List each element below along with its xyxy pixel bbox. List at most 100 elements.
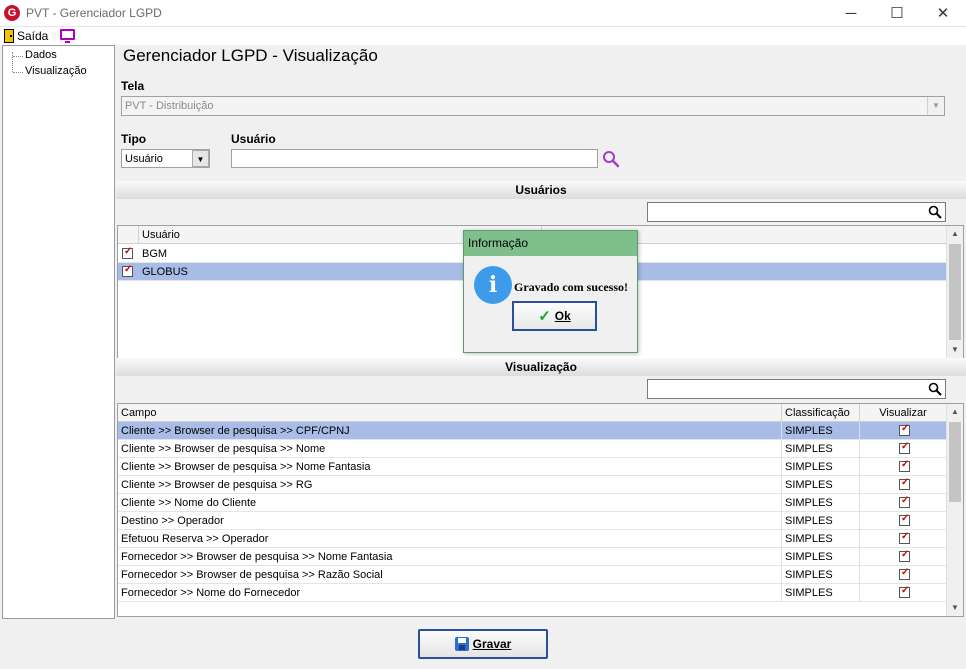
row-checkbox[interactable] <box>122 246 133 259</box>
tree-connector <box>12 52 13 72</box>
visualizar-checkbox[interactable] <box>899 423 910 436</box>
table-row[interactable]: Cliente >> Browser de pesquisa >> Nome F… <box>118 458 947 476</box>
save-button-label: Gravar <box>472 637 512 651</box>
app-logo-icon: G <box>4 5 20 21</box>
campo-cell: Efetuou Reserva >> Operador <box>118 530 782 548</box>
campo-cell: Cliente >> Browser de pesquisa >> CPF/CP… <box>118 422 782 440</box>
exit-menu-label: Saída <box>17 29 49 43</box>
minimize-button[interactable]: ─ <box>828 0 874 27</box>
scroll-up-icon[interactable]: ▲ <box>947 404 963 420</box>
visualizar-column-header[interactable]: Visualizar <box>860 404 947 422</box>
info-icon: i <box>474 266 512 304</box>
search-icon[interactable] <box>602 150 620 168</box>
page-title: Gerenciador LGPD - Visualização <box>123 46 378 65</box>
info-dialog: Informação i Gravado com sucesso! ✓ Ok <box>463 230 638 353</box>
table-row[interactable]: Efetuou Reserva >> Operador SIMPLES <box>118 530 947 548</box>
ok-button-label: Ok <box>554 309 571 323</box>
floppy-disk-icon <box>454 637 469 651</box>
visualizar-checkbox[interactable] <box>899 513 910 526</box>
campo-cell: Cliente >> Nome do Cliente <box>118 494 782 512</box>
title-bar: G PVT - Gerenciador LGPD ─ ☐ ✕ <box>0 0 966 27</box>
chevron-down-icon[interactable]: ▼ <box>927 97 944 115</box>
campo-cell: Fornecedor >> Nome do Fornecedor <box>118 584 782 602</box>
scroll-thumb[interactable] <box>949 422 961 502</box>
visualizacao-filter-input[interactable] <box>647 379 946 399</box>
campo-cell: Cliente >> Browser de pesquisa >> Nome <box>118 440 782 458</box>
footer-bar: Gravar <box>0 619 966 669</box>
classificacao-cell: SIMPLES <box>782 512 860 530</box>
search-icon[interactable] <box>928 205 942 219</box>
tree-item-dados[interactable]: Dados <box>13 49 57 61</box>
visualizar-checkbox[interactable] <box>899 585 910 598</box>
tipo-select-value: Usuário <box>125 153 163 165</box>
table-row[interactable]: Cliente >> Browser de pesquisa >> Nome S… <box>118 440 947 458</box>
menu-bar: Saída <box>0 27 966 45</box>
usuario-input[interactable] <box>231 149 598 168</box>
table-row[interactable]: Cliente >> Nome do Cliente SIMPLES <box>118 494 947 512</box>
monitor-icon[interactable] <box>60 29 75 43</box>
chevron-down-icon[interactable]: ▼ <box>192 150 209 167</box>
tela-label: Tela <box>121 79 145 93</box>
visualizar-checkbox[interactable] <box>899 549 910 562</box>
visualizar-checkbox[interactable] <box>899 441 910 454</box>
search-icon[interactable] <box>928 382 942 396</box>
ok-button[interactable]: ✓ Ok <box>512 301 597 331</box>
window-title: PVT - Gerenciador LGPD <box>26 6 162 20</box>
classificacao-cell: SIMPLES <box>782 422 860 440</box>
visualizar-checkbox[interactable] <box>899 477 910 490</box>
campo-cell: Fornecedor >> Browser de pesquisa >> Raz… <box>118 566 782 584</box>
save-button[interactable]: Gravar <box>418 629 548 659</box>
exit-menu-button[interactable]: Saída <box>4 28 48 44</box>
table-row[interactable]: Cliente >> Browser de pesquisa >> RG SIM… <box>118 476 947 494</box>
visualizar-checkbox[interactable] <box>899 459 910 472</box>
visualizar-checkbox[interactable] <box>899 495 910 508</box>
visualizacao-section-header: Visualização <box>116 358 966 376</box>
visualizar-checkbox[interactable] <box>899 567 910 580</box>
scroll-down-icon[interactable]: ▼ <box>947 600 963 616</box>
classificacao-cell: SIMPLES <box>782 440 860 458</box>
table-row[interactable]: Fornecedor >> Nome do Fornecedor SIMPLES <box>118 584 947 602</box>
row-checkbox[interactable] <box>122 264 133 277</box>
table-row[interactable]: Fornecedor >> Browser de pesquisa >> Raz… <box>118 566 947 584</box>
tree-item-visualizacao[interactable]: Visualização <box>13 65 87 77</box>
classificacao-cell: SIMPLES <box>782 548 860 566</box>
campo-cell: Cliente >> Browser de pesquisa >> Nome F… <box>118 458 782 476</box>
classificacao-column-header[interactable]: Classificação <box>782 404 860 422</box>
dialog-title: Informação <box>464 231 637 256</box>
classificacao-cell: SIMPLES <box>782 584 860 602</box>
checkbox-column-header <box>118 226 139 244</box>
scroll-thumb[interactable] <box>949 244 961 340</box>
tipo-label: Tipo <box>121 132 147 146</box>
tela-select[interactable]: PVT - Distribuição ▼ <box>121 96 945 116</box>
dialog-message: Gravado com sucesso! <box>514 280 628 294</box>
classificacao-cell: SIMPLES <box>782 566 860 584</box>
usuario-label: Usuário <box>231 132 276 146</box>
usuarios-section-header: Usuários <box>116 181 966 199</box>
campo-cell: Cliente >> Browser de pesquisa >> RG <box>118 476 782 494</box>
table-row[interactable]: Destino >> Operador SIMPLES <box>118 512 947 530</box>
door-exit-icon <box>4 29 14 43</box>
usuarios-scrollbar[interactable]: ▲ ▼ <box>946 226 963 358</box>
classificacao-cell: SIMPLES <box>782 494 860 512</box>
campo-cell: Fornecedor >> Browser de pesquisa >> Nom… <box>118 548 782 566</box>
maximize-button[interactable]: ☐ <box>874 0 920 27</box>
visualizacao-grid: Campo Classificação Visualizar Cliente >… <box>117 403 964 617</box>
table-row[interactable]: Fornecedor >> Browser de pesquisa >> Nom… <box>118 548 947 566</box>
visualizar-checkbox[interactable] <box>899 531 910 544</box>
table-row[interactable]: Cliente >> Browser de pesquisa >> CPF/CP… <box>118 422 947 440</box>
close-button[interactable]: ✕ <box>920 0 966 27</box>
checkmark-icon: ✓ <box>538 308 551 325</box>
navigation-tree: Dados Visualização <box>2 45 115 619</box>
visualizacao-grid-header: Campo Classificação Visualizar <box>118 404 947 422</box>
campo-column-header[interactable]: Campo <box>118 404 782 422</box>
classificacao-cell: SIMPLES <box>782 458 860 476</box>
tela-select-value: PVT - Distribuição <box>125 100 214 112</box>
scroll-down-icon[interactable]: ▼ <box>947 342 963 358</box>
tipo-select[interactable]: Usuário ▼ <box>121 149 210 168</box>
visualizacao-scrollbar[interactable]: ▲ ▼ <box>946 404 963 616</box>
classificacao-cell: SIMPLES <box>782 530 860 548</box>
usuarios-filter-input[interactable] <box>647 202 946 222</box>
classificacao-cell: SIMPLES <box>782 476 860 494</box>
scroll-up-icon[interactable]: ▲ <box>947 226 963 242</box>
campo-cell: Destino >> Operador <box>118 512 782 530</box>
